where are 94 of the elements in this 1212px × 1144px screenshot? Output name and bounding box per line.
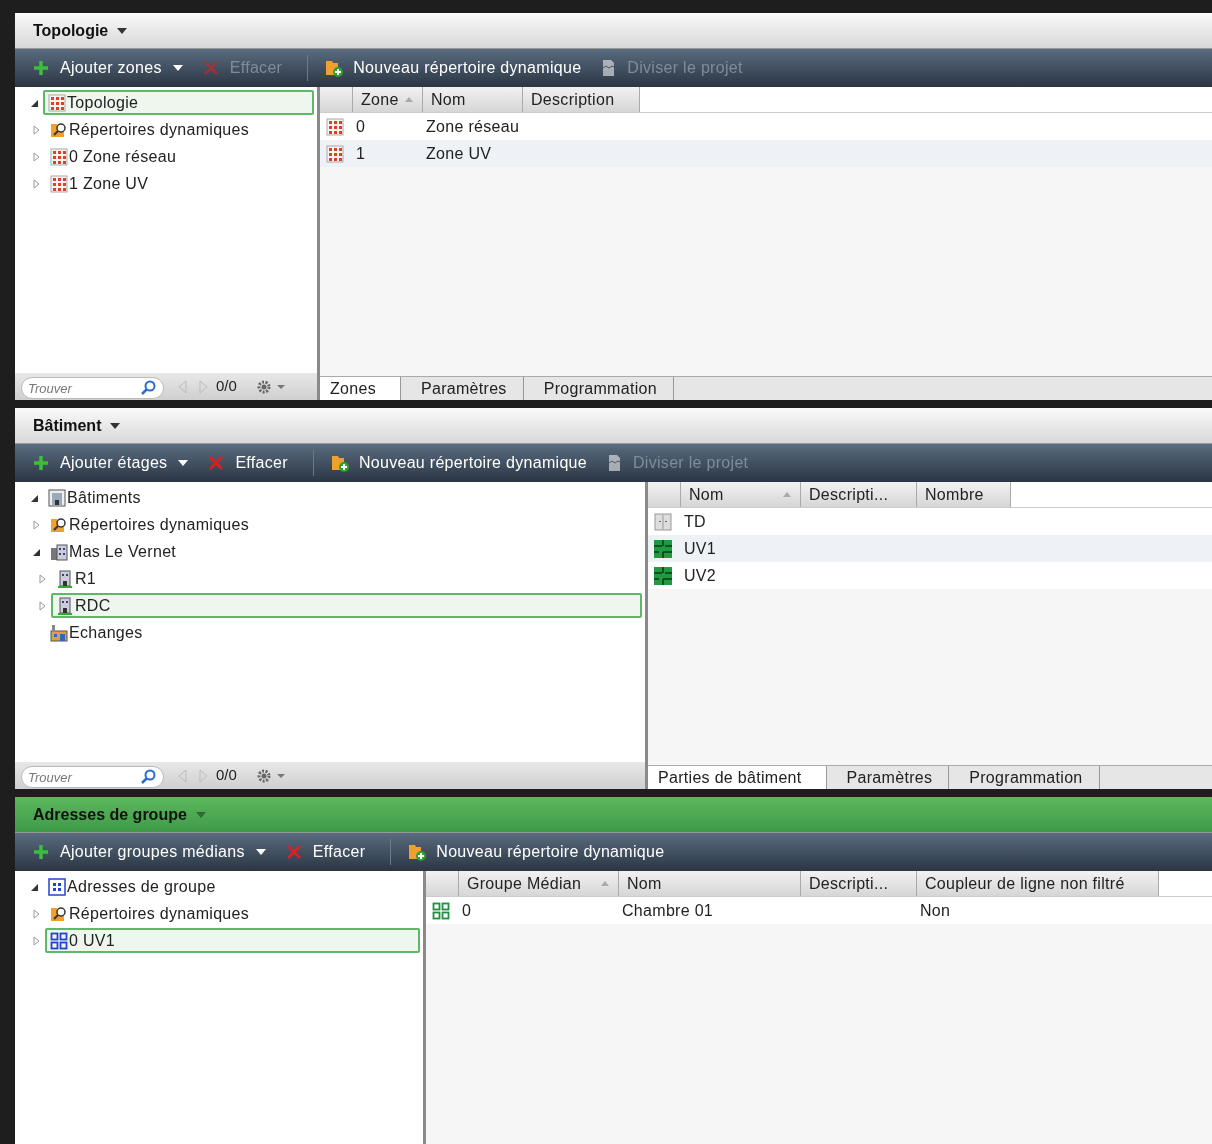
folder-magnifier-icon — [50, 120, 68, 139]
table-cell-text: 1 — [355, 143, 367, 164]
grid-icon — [50, 147, 68, 166]
floor-plan-icon — [654, 539, 672, 558]
tab[interactable]: Zones — [320, 377, 401, 400]
caret-icon — [116, 25, 129, 36]
column-header[interactable]: Groupe Médian — [459, 871, 619, 896]
grid-icon — [48, 93, 66, 112]
four-squares-icon — [432, 901, 450, 920]
four-squares-icon — [50, 931, 68, 950]
table-cell-text: UV1 — [683, 538, 718, 559]
tree-item[interactable]: Adresses de groupe — [43, 874, 224, 899]
column-header[interactable]: Description — [523, 87, 640, 112]
tree-item[interactable]: Répertoires dynamiques — [45, 901, 258, 926]
plus-icon — [32, 843, 50, 861]
column-header[interactable]: Descripti... — [801, 871, 917, 896]
match-counter: 0/0 — [216, 376, 237, 397]
left-arrow-icon — [176, 767, 190, 784]
next-button[interactable] — [196, 378, 210, 395]
tree-item[interactable]: Echanges — [45, 620, 151, 645]
panel-title: Adresses de groupe — [33, 804, 187, 825]
folder-plus-icon — [325, 59, 344, 77]
tree-item[interactable]: RDC — [51, 593, 642, 618]
previous-button[interactable] — [176, 767, 190, 784]
tree-item[interactable]: 0 Zone réseau — [45, 144, 185, 169]
plus-icon — [32, 454, 50, 472]
column-header[interactable]: Nom — [681, 482, 801, 507]
building-icon — [48, 488, 66, 507]
table-cell-text: 0 — [355, 116, 367, 137]
tab[interactable]: Parties de bâtiment — [648, 766, 827, 789]
table-cell-text: TD — [683, 511, 707, 532]
building-icon — [56, 569, 74, 588]
column-header[interactable]: Nom — [619, 871, 801, 896]
tree-item[interactable]: 1 Zone UV — [45, 171, 157, 196]
tree-item[interactable]: Répertoires dynamiques — [45, 512, 258, 537]
toolbar-button[interactable]: Effacer — [204, 449, 291, 477]
buildings-icon — [50, 542, 68, 561]
search-field[interactable]: Trouver — [21, 766, 164, 788]
tree-item[interactable]: Répertoires dynamiques — [45, 117, 258, 142]
right-arrow-icon — [196, 767, 210, 784]
previous-button[interactable] — [176, 378, 190, 395]
left-arrow-icon — [176, 378, 190, 395]
grid-icon — [48, 877, 66, 896]
header-corner — [426, 871, 459, 896]
tree-item[interactable]: Mas Le Vernet — [45, 539, 185, 564]
toolbar-button[interactable]: Effacer — [281, 838, 369, 866]
tree-item[interactable]: Topologie — [43, 90, 314, 115]
tree-item[interactable]: 0 UV1 — [45, 928, 420, 953]
toolbar-button[interactable]: Nouveau répertoire dynamique — [405, 838, 668, 866]
folder-magnifier-icon — [50, 904, 68, 923]
next-button[interactable] — [196, 767, 210, 784]
panel-title: Bâtiment — [33, 415, 102, 436]
toolbar-button[interactable]: Nouveau répertoire dynamique — [322, 54, 585, 82]
column-header[interactable]: Zone — [353, 87, 423, 112]
plus-icon — [32, 59, 50, 77]
grid-icon — [326, 117, 344, 136]
column-header[interactable]: Descripti... — [801, 482, 917, 507]
toolbar-button[interactable]: Ajouter groupes médians — [29, 838, 270, 866]
tree-item[interactable]: Bâtiments — [43, 485, 149, 510]
search-field[interactable]: Trouver — [21, 377, 164, 399]
close-icon — [284, 843, 303, 861]
close-icon — [201, 59, 220, 77]
toolbar-button[interactable]: Ajouter étages — [29, 449, 193, 477]
caret-icon — [109, 420, 122, 431]
factory-icon — [50, 623, 68, 642]
table-cell-text: UV2 — [683, 565, 718, 586]
building-icon — [56, 596, 74, 615]
toolbar-button[interactable]: Ajouter zones — [29, 54, 187, 82]
column-header[interactable]: Coupleur de ligne non filtré — [917, 871, 1159, 896]
search-icon — [140, 378, 156, 395]
table-cell-text: Non — [919, 900, 952, 921]
folder-plus-icon — [408, 843, 427, 861]
table-cell-text: Chambre 01 — [621, 900, 715, 921]
table-cell-text: Zone réseau — [425, 116, 521, 137]
floor-plan-icon — [654, 566, 672, 585]
panel-title: Topologie — [33, 20, 109, 41]
tree-item[interactable]: R1 — [51, 566, 105, 591]
table-cell-text: 0 — [461, 900, 473, 921]
toolbar-button[interactable]: Nouveau répertoire dynamique — [327, 449, 590, 477]
header-corner — [648, 482, 681, 507]
caret-icon — [194, 809, 207, 820]
match-counter: 0/0 — [216, 765, 237, 786]
right-arrow-icon — [196, 378, 210, 395]
grid-icon — [50, 174, 68, 193]
table-cell-text: Zone UV — [425, 143, 493, 164]
folder-magnifier-icon — [50, 515, 68, 534]
header-corner — [320, 87, 353, 112]
column-header[interactable]: Nom — [423, 87, 523, 112]
close-icon — [207, 454, 226, 472]
search-icon — [140, 767, 156, 784]
panel-icon — [654, 512, 672, 531]
column-header[interactable]: Nombre — [917, 482, 1011, 507]
folder-plus-icon — [330, 454, 349, 472]
grid-icon — [326, 144, 344, 163]
